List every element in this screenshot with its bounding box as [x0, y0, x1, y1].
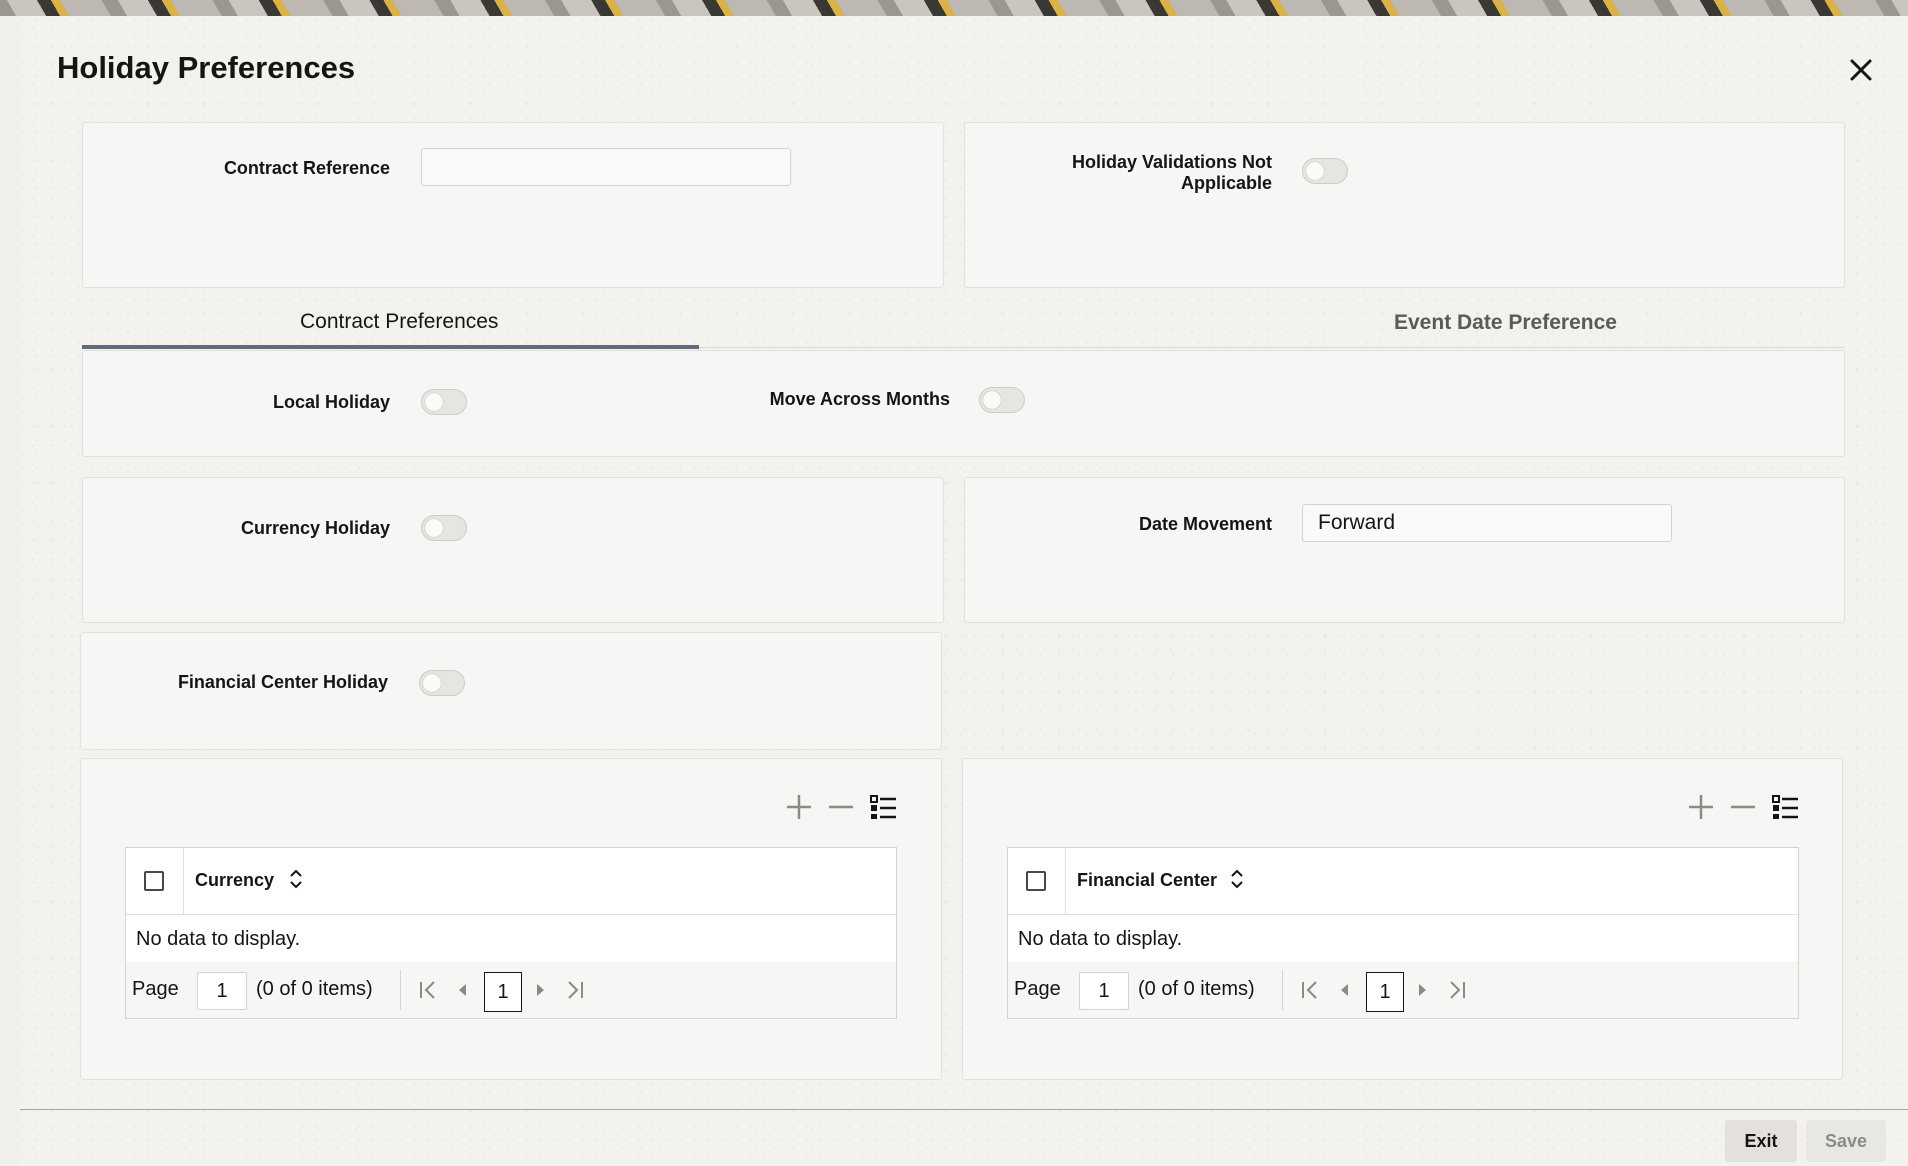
- next-page-button[interactable]: [527, 976, 555, 1004]
- current-page-button[interactable]: 1: [484, 972, 522, 1012]
- items-count: (0 of 0 items): [256, 978, 373, 1000]
- pager-divider: [1282, 970, 1283, 1010]
- next-page-icon: [1419, 984, 1426, 996]
- local-holiday-label: Local Holiday: [272, 392, 390, 412]
- plus-icon: [787, 795, 811, 819]
- currency-table-toolbar: [783, 791, 899, 823]
- pager-divider: [400, 970, 401, 1010]
- close-button[interactable]: [1841, 50, 1881, 90]
- currency-grid-header: Currency: [126, 848, 896, 915]
- currency-holiday-panel: [82, 477, 944, 623]
- select-all-checkbox[interactable]: [144, 871, 164, 891]
- contract-reference-panel: [82, 122, 944, 288]
- last-page-icon: [1450, 981, 1465, 999]
- financial-center-grid: Financial Center No data to display. Pag…: [1007, 847, 1799, 1019]
- select-all-cell: [126, 848, 184, 914]
- first-page-button[interactable]: [414, 976, 442, 1004]
- single-record-view-button[interactable]: [867, 791, 899, 823]
- sort-icon[interactable]: [1230, 868, 1244, 895]
- tab-contract-preferences[interactable]: Contract Preferences: [300, 310, 498, 334]
- contract-reference-input[interactable]: [421, 148, 791, 186]
- delete-row-button[interactable]: [825, 791, 857, 823]
- active-tab-indicator: [82, 345, 699, 349]
- currency-holiday-toggle[interactable]: [421, 515, 467, 541]
- plus-icon: [1689, 795, 1713, 819]
- currency-column-header[interactable]: Currency: [195, 870, 274, 891]
- page-input[interactable]: 1: [197, 972, 247, 1010]
- move-across-months-toggle[interactable]: [979, 387, 1025, 413]
- top-banner: [0, 0, 1908, 16]
- financial-center-table-toolbar: [1685, 791, 1801, 823]
- current-page-button[interactable]: 1: [1366, 972, 1404, 1012]
- financial-center-holiday-label: Financial Center Holiday: [177, 672, 388, 692]
- minus-icon: [1731, 805, 1755, 809]
- page-input[interactable]: 1: [1079, 972, 1129, 1010]
- first-page-button[interactable]: [1296, 976, 1324, 1004]
- move-across-months-label: Move Across Months: [769, 389, 950, 409]
- page-label: Page: [132, 978, 179, 1000]
- page-title: Holiday Preferences: [57, 50, 356, 85]
- currency-pagination: Page 1 (0 of 0 items) 1: [126, 962, 896, 1018]
- previous-page-button[interactable]: [1330, 976, 1358, 1004]
- list-view-icon: [1772, 795, 1798, 819]
- last-page-button[interactable]: [561, 976, 589, 1004]
- financial-center-grid-header: Financial Center: [1008, 848, 1798, 915]
- footer-divider: [20, 1109, 1908, 1110]
- first-page-icon: [420, 981, 435, 999]
- holiday-validations-toggle[interactable]: [1302, 158, 1348, 184]
- list-view-icon: [870, 795, 896, 819]
- date-movement-label: Date Movement: [1138, 514, 1272, 534]
- empty-message: No data to display.: [136, 928, 301, 950]
- holiday-validations-label: Holiday Validations Not Applicable: [1000, 152, 1272, 194]
- holiday-validations-label-line1: Holiday Validations Not: [1071, 152, 1272, 172]
- financial-center-column-header[interactable]: Financial Center: [1077, 870, 1217, 891]
- exit-button[interactable]: Exit: [1725, 1120, 1797, 1162]
- select-all-cell: [1008, 848, 1066, 914]
- tab-event-date-preference[interactable]: Event Date Preference: [1394, 311, 1617, 335]
- previous-page-icon: [459, 984, 466, 996]
- currency-holiday-label: Currency Holiday: [240, 518, 390, 538]
- page-label: Page: [1014, 978, 1061, 1000]
- empty-message: No data to display.: [1018, 928, 1183, 950]
- financial-center-pagination: Page 1 (0 of 0 items) 1: [1008, 962, 1798, 1018]
- minus-icon: [829, 805, 853, 809]
- currency-grid: Currency No data to display. Page 1 (0 o…: [125, 847, 897, 1019]
- delete-row-button[interactable]: [1727, 791, 1759, 823]
- contract-reference-label: Contract Reference: [223, 158, 390, 178]
- previous-page-button[interactable]: [448, 976, 476, 1004]
- add-row-button[interactable]: [783, 791, 815, 823]
- single-record-view-button[interactable]: [1769, 791, 1801, 823]
- local-holiday-toggle[interactable]: [421, 389, 467, 415]
- last-page-button[interactable]: [1443, 976, 1471, 1004]
- next-page-icon: [537, 984, 544, 996]
- holiday-validations-panel: [964, 122, 1845, 288]
- date-movement-field[interactable]: Forward: [1302, 504, 1672, 542]
- close-icon: [1850, 59, 1872, 81]
- date-movement-panel: [964, 477, 1845, 623]
- items-count: (0 of 0 items): [1138, 978, 1255, 1000]
- last-page-icon: [568, 981, 583, 999]
- add-row-button[interactable]: [1685, 791, 1717, 823]
- previous-page-icon: [1341, 984, 1348, 996]
- select-all-checkbox[interactable]: [1026, 871, 1046, 891]
- holiday-validations-label-line2: Applicable: [1180, 173, 1272, 193]
- next-page-button[interactable]: [1409, 976, 1437, 1004]
- first-page-icon: [1302, 981, 1317, 999]
- sort-icon[interactable]: [289, 868, 303, 895]
- financial-center-holiday-toggle[interactable]: [419, 670, 465, 696]
- tab-divider: [699, 347, 1845, 348]
- save-button[interactable]: Save: [1806, 1120, 1886, 1162]
